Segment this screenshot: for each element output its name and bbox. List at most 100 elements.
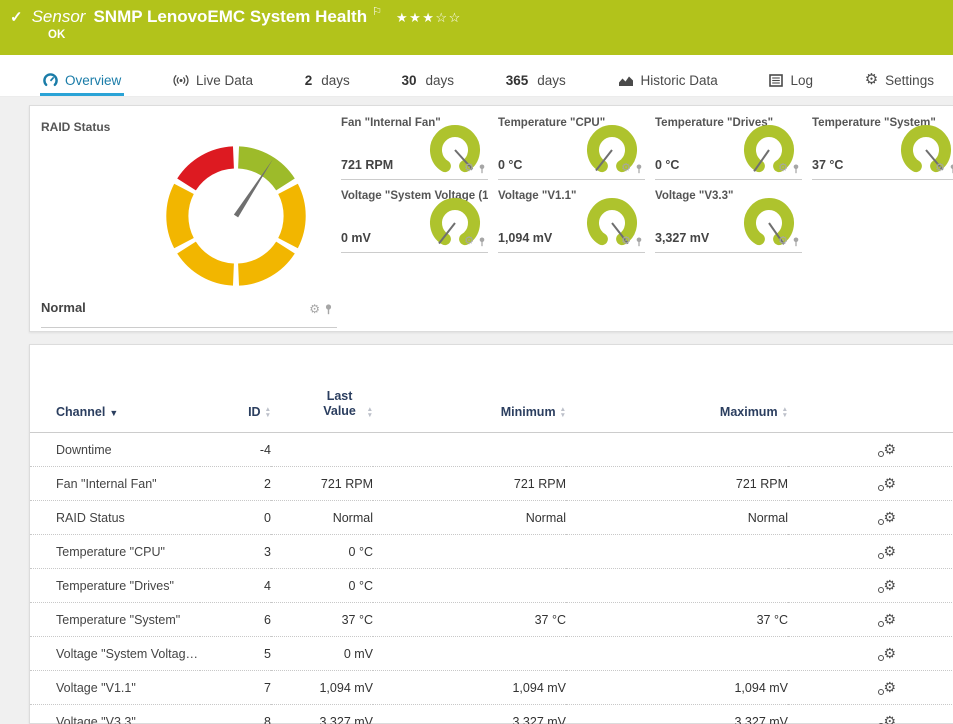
cell-last: 0 mV — [271, 637, 373, 671]
cell-last: 0 °C — [271, 569, 373, 603]
gear-icon[interactable]: ⚙ — [621, 163, 631, 174]
table-row[interactable]: Temperature "System"637 °C37 °C37 °C⚙ — [30, 603, 953, 637]
channel-table-panel: Channel▼ ID▲▼ Last Value▲▼ Minimum▲▼ Max… — [29, 344, 953, 724]
sort-icon: ▲▼ — [265, 407, 271, 419]
channel-settings-icon[interactable]: ⚙ — [883, 510, 896, 524]
tab-label: Historic Data — [641, 73, 718, 88]
mini-gauge-tile[interactable]: Voltage "System Voltage (12...0 mV⚙ — [341, 187, 488, 253]
cell-channel: Downtime — [30, 433, 200, 467]
cell-min — [373, 433, 566, 467]
channel-settings-icon[interactable]: ⚙ — [883, 544, 896, 558]
column-header-maximum[interactable]: Maximum▲▼ — [566, 345, 788, 433]
cell-max: 3,327 mV — [566, 705, 788, 724]
raid-gauge-segment — [288, 189, 295, 243]
raid-status-gauge-tile[interactable]: RAID Status Normal ⚙ — [41, 114, 337, 328]
column-header-channel[interactable]: Channel▼ — [30, 345, 200, 433]
channel-settings-icon[interactable]: ⚙ — [883, 612, 896, 626]
channel-settings-icon[interactable]: ⚙ — [883, 476, 896, 490]
tab-365-days[interactable]: 365days — [503, 67, 569, 96]
pin-icon[interactable] — [635, 164, 643, 174]
raid-gauge-segment — [239, 248, 286, 275]
gauges-panel: RAID Status Normal ⚙ Fan "Internal Fan"7… — [29, 105, 953, 332]
mini-gauge-tile[interactable]: Temperature "Drives"0 °C⚙ — [655, 114, 802, 180]
cell-id: 7 — [200, 671, 271, 705]
log-icon — [769, 74, 783, 87]
gauge-value: 0 °C — [498, 158, 522, 172]
gear-icon[interactable]: ⚙ — [464, 236, 474, 247]
channel-settings-icon[interactable]: ⚙ — [883, 442, 896, 456]
cell-last — [271, 433, 373, 467]
gear-icon[interactable]: ⚙ — [778, 163, 788, 174]
table-row[interactable]: Voltage "V1.1"71,094 mV1,094 mV1,094 mV⚙ — [30, 671, 953, 705]
gear-icon[interactable]: ⚙ — [309, 303, 320, 315]
pin-icon[interactable] — [949, 164, 953, 174]
column-header-minimum[interactable]: Minimum▲▼ — [373, 345, 566, 433]
pin-icon[interactable] — [792, 164, 800, 174]
tab-2-days[interactable]: 2days — [302, 67, 353, 96]
table-row[interactable]: Downtime-4⚙ — [30, 433, 953, 467]
mini-gauge-tile[interactable]: Voltage "V1.1"1,094 mV⚙ — [498, 187, 645, 253]
tab-settings[interactable]: ⚙Settings — [862, 67, 937, 96]
tab-log[interactable]: Log — [766, 67, 816, 96]
cell-id: 3 — [200, 535, 271, 569]
sensor-title: SNMP LenovoEMC System Health — [93, 7, 367, 27]
flag-icon[interactable]: ⚐ — [372, 5, 382, 18]
pin-icon[interactable] — [478, 237, 486, 247]
tab-bar: Overview Live Data 2days 30days 365days Histo… — [0, 55, 953, 97]
tab-historic-data[interactable]: Historic Data — [615, 67, 721, 96]
column-header-last-value[interactable]: Last Value▲▼ — [271, 345, 373, 433]
cell-min: 3,327 mV — [373, 705, 566, 724]
tab-30-days[interactable]: 30days — [398, 67, 457, 96]
pin-icon[interactable] — [478, 164, 486, 174]
mini-gauge-tile[interactable]: Fan "Internal Fan"721 RPM⚙ — [341, 114, 488, 180]
cell-max — [566, 569, 788, 603]
cell-last: 721 RPM — [271, 467, 373, 501]
table-row[interactable]: Fan "Internal Fan"2721 RPM721 RPM721 RPM… — [30, 467, 953, 501]
gear-icon[interactable]: ⚙ — [935, 163, 945, 174]
prtg-sensor-page: ✓ Sensor SNMP LenovoEMC System Health ⚐ … — [0, 0, 953, 724]
gear-icon[interactable]: ⚙ — [464, 163, 474, 174]
gauge-value: 0 mV — [341, 231, 371, 245]
sort-icon: ▲▼ — [367, 407, 373, 419]
cell-max: Normal — [566, 501, 788, 535]
channel-settings-icon[interactable]: ⚙ — [883, 646, 896, 660]
status-check-icon: ✓ — [10, 8, 23, 26]
channel-settings-icon[interactable]: ⚙ — [883, 714, 896, 724]
cell-max — [566, 535, 788, 569]
table-row[interactable]: Voltage "System Voltage (...50 mV⚙ — [30, 637, 953, 671]
tab-label: days — [321, 73, 350, 88]
channel-settings-icon[interactable]: ⚙ — [883, 680, 896, 694]
table-row[interactable]: RAID Status0NormalNormalNormal⚙ — [30, 501, 953, 535]
cell-channel: Temperature "Drives" — [30, 569, 200, 603]
pin-icon[interactable] — [635, 237, 643, 247]
column-header-id[interactable]: ID▲▼ — [200, 345, 271, 433]
cell-channel: Temperature "CPU" — [30, 535, 200, 569]
cell-max: 721 RPM — [566, 467, 788, 501]
gauge-value: 0 °C — [655, 158, 679, 172]
mini-gauge-tile[interactable]: Temperature "System"37 °C⚙ — [812, 114, 953, 180]
gauge-title: Voltage "V3.3" — [655, 190, 733, 202]
gear-icon[interactable]: ⚙ — [778, 236, 788, 247]
table-row[interactable]: Temperature "CPU"30 °C ⚙ — [30, 535, 953, 569]
table-row[interactable]: Voltage "V3.3"83,327 mV3,327 mV3,327 mV⚙ — [30, 705, 953, 724]
gauge-value: Normal — [41, 300, 86, 315]
tab-live-data[interactable]: Live Data — [170, 67, 256, 96]
cell-last: 1,094 mV — [271, 671, 373, 705]
mini-gauge-tile[interactable]: Voltage "V3.3"3,327 mV⚙ — [655, 187, 802, 253]
cell-max: 1,094 mV — [566, 671, 788, 705]
channel-settings-icon[interactable]: ⚙ — [883, 578, 896, 592]
gauge-title: RAID Status — [41, 120, 110, 134]
gauge-value: 1,094 mV — [498, 231, 552, 245]
cell-min: 1,094 mV — [373, 671, 566, 705]
channel-table: Channel▼ ID▲▼ Last Value▲▼ Minimum▲▼ Max… — [30, 345, 953, 724]
sort-icon: ▲▼ — [560, 407, 566, 419]
mini-gauge-tile[interactable]: Temperature "CPU"0 °C⚙ — [498, 114, 645, 180]
pin-icon[interactable] — [792, 237, 800, 247]
pin-icon[interactable] — [324, 304, 333, 315]
cell-last: 0 °C — [271, 535, 373, 569]
gear-icon[interactable]: ⚙ — [621, 236, 631, 247]
priority-stars[interactable]: ★★★☆☆ — [396, 10, 462, 26]
gauge-icon — [43, 73, 58, 88]
tab-overview[interactable]: Overview — [40, 67, 124, 96]
table-row[interactable]: Temperature "Drives"40 °C⚙ — [30, 569, 953, 603]
